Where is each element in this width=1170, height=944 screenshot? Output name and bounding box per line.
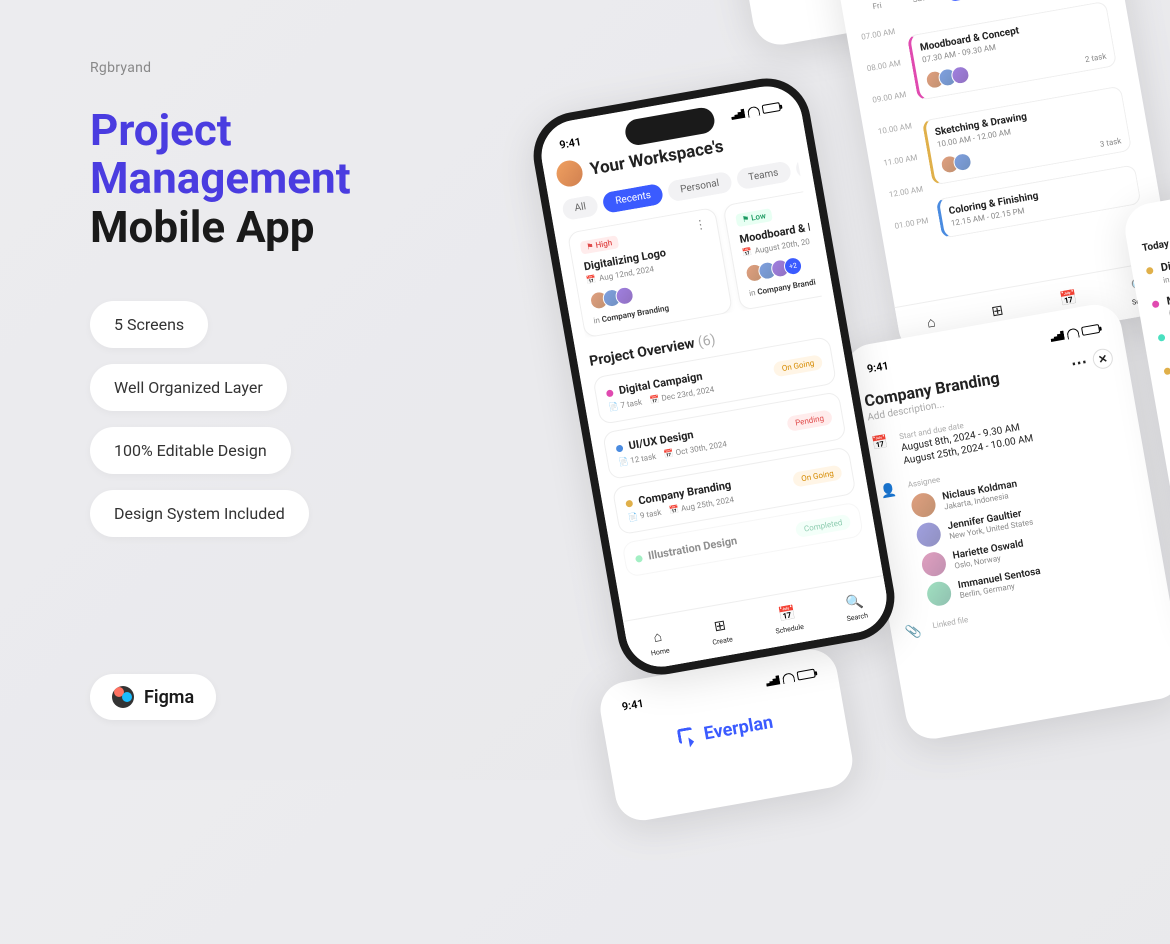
feature-pill: 100% Editable Design <box>90 427 291 474</box>
tab-teams[interactable]: Teams <box>735 160 792 190</box>
nav-create[interactable]: ⊞Create <box>708 615 733 646</box>
signal-icon <box>765 674 781 686</box>
calendar-icon: 📅 <box>741 247 752 258</box>
nav-home[interactable]: ⌂Home <box>647 626 670 657</box>
figma-label: Figma <box>144 687 194 708</box>
schedule-screen: August, 2024 29Fri 30Sat 31Sun 1Mon 2Tue… <box>831 0 1170 358</box>
status-time: 9:41 <box>621 697 645 714</box>
figma-icon <box>112 686 134 708</box>
tab-assign[interactable]: Assig <box>794 159 801 180</box>
wifi-icon <box>747 105 761 117</box>
status-time: 9:41 <box>866 359 890 376</box>
plus-icon: ⊞ <box>709 615 730 636</box>
logo-screen: 9:41 Everplan <box>596 645 857 825</box>
battery-icon <box>762 102 781 114</box>
calendar-icon: 📅 <box>777 604 798 625</box>
figma-badge: Figma <box>90 674 216 720</box>
assignee-field: 👤 Assignee Niclaus KoldmanJakarta, Indon… <box>879 442 1150 613</box>
more-icon[interactable]: ⋯ <box>1070 352 1089 374</box>
battery-icon <box>1081 324 1100 336</box>
signal-icon <box>1049 330 1065 342</box>
project-card[interactable]: ⚑ Low Moodboard & K 📅August 20th, 20 +2 … <box>722 191 821 311</box>
nav-search[interactable]: 🔍Search <box>843 591 869 622</box>
calendar-icon: 📅 <box>871 434 895 472</box>
linked-file-label: Linked file <box>932 615 969 630</box>
priority-badge: ⚑ High <box>580 235 620 254</box>
battery-icon <box>797 669 816 681</box>
home-icon: ⌂ <box>921 312 942 333</box>
list-item[interactable]: Digiin Compa <box>1145 224 1170 288</box>
plus-icon: ⊞ <box>987 300 1008 321</box>
tab-recents[interactable]: Recents <box>602 183 665 214</box>
timeline: 07.00 AM 08.00 AM 09.00 AM 10.00 AM 11.0… <box>860 0 1147 250</box>
color-dot <box>615 444 623 452</box>
feature-pill: Well Organized Layer <box>90 364 287 411</box>
day-cell[interactable]: 29Fri <box>860 0 892 17</box>
calendar-icon: 📅 <box>586 275 597 286</box>
tab-all[interactable]: All <box>561 194 599 221</box>
main-phone: 9:41 Your Workspace's All Recents Person… <box>527 72 902 682</box>
day-cell-selected[interactable]: 31Sun <box>943 0 975 2</box>
attachment-icon: 📎 <box>904 623 924 641</box>
more-icon[interactable]: ⋮ <box>694 220 707 230</box>
user-avatar[interactable] <box>555 158 585 188</box>
nav-schedule[interactable]: 📅Schedule <box>771 603 804 636</box>
detail-screen: 9:41 Company Branding ⋯✕ Add description… <box>841 300 1170 743</box>
feature-pill: 5 Screens <box>90 301 208 348</box>
everplan-icon <box>677 725 700 748</box>
status-time: 9:41 <box>558 135 582 152</box>
home-icon: ⌂ <box>647 626 668 647</box>
color-dot <box>606 389 614 397</box>
signal-icon <box>730 108 746 120</box>
feature-pill: Design System Included <box>90 490 309 537</box>
color-dot <box>625 499 633 507</box>
status-badge: Completed <box>795 513 852 537</box>
wifi-icon <box>1066 327 1080 339</box>
wifi-icon <box>782 672 796 684</box>
day-cell[interactable]: 30Sat <box>901 0 933 9</box>
section-today: Today <box>1141 203 1170 254</box>
search-icon: 🔍 <box>844 592 865 613</box>
project-card[interactable]: ⚑ High ⋮ Digitalizing Logo 📅Aug 12nd, 20… <box>567 207 733 338</box>
nav-bar: ⌂Home ⊞Create 📅Schedule 🔍Search <box>623 575 892 672</box>
tab-personal[interactable]: Personal <box>667 171 733 203</box>
color-dot <box>635 555 643 563</box>
close-button[interactable]: ✕ <box>1091 347 1114 370</box>
priority-badge: ⚑ Low <box>735 208 773 227</box>
calendar-icon: 📅 <box>1058 288 1079 309</box>
